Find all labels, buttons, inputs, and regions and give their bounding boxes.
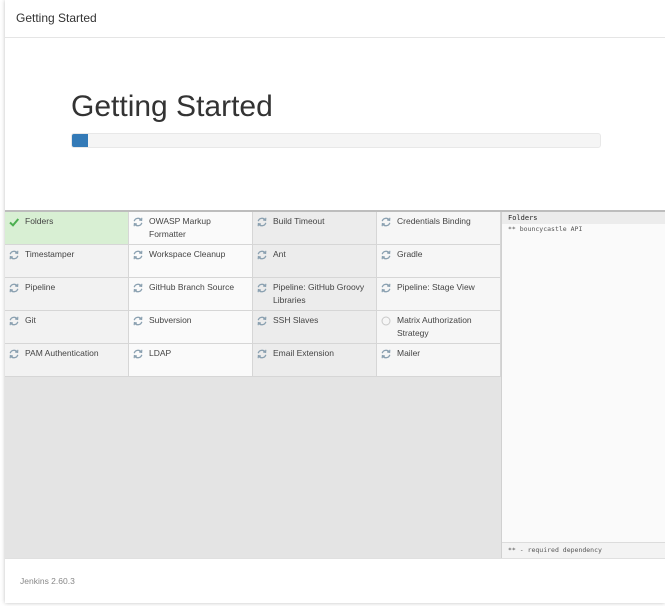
plugin-name: Folders [25, 216, 54, 226]
plugin-item: Timestamper [5, 245, 129, 278]
plugin-item: Git [5, 311, 129, 344]
refresh-icon [132, 315, 144, 327]
plugin-item: Email Extension [253, 344, 377, 377]
log-line: ** bouncycastle API [508, 225, 583, 233]
plugin-name: Mailer [397, 348, 421, 358]
plugin-item: PAM Authentication [5, 344, 129, 377]
refresh-icon [380, 216, 392, 228]
plugin-item: GitHub Branch Source [129, 278, 253, 311]
refresh-icon [256, 348, 268, 360]
plugin-item: Pipeline [5, 278, 129, 311]
setup-wizard-dialog: Getting Started Getting Started Folders O… [5, 0, 665, 603]
plugin-name: Pipeline: GitHub Groovy Libraries [273, 282, 365, 305]
plugin-item: Mailer [377, 344, 501, 377]
check-icon [8, 216, 20, 228]
refresh-icon [132, 249, 144, 261]
plugin-item: SSH Slaves [253, 311, 377, 344]
plugin-item: Pipeline: GitHub Groovy Libraries [253, 278, 377, 311]
refresh-icon [8, 315, 20, 327]
refresh-icon [380, 348, 392, 360]
refresh-icon [256, 315, 268, 327]
footer: Jenkins 2.60.3 [5, 558, 665, 603]
plugin-name: Timestamper [25, 249, 75, 259]
refresh-icon [132, 216, 144, 228]
refresh-icon [8, 348, 20, 360]
empty-circle-icon [380, 315, 392, 327]
plugin-name: Email Extension [273, 348, 334, 358]
refresh-icon [380, 282, 392, 294]
plugin-name: Build Timeout [273, 216, 325, 226]
install-log-panel[interactable]: Folders ** bouncycastle API ** - require… [501, 212, 665, 558]
log-legend: ** - required dependency [502, 542, 665, 558]
refresh-icon [8, 249, 20, 261]
refresh-icon [256, 249, 268, 261]
plugin-item: Folders [5, 212, 129, 245]
plugin-name: Git [25, 315, 36, 325]
page-heading: Getting Started [71, 90, 273, 123]
plugin-item: Matrix Authorization Strategy [377, 311, 501, 344]
refresh-icon [256, 282, 268, 294]
plugin-item: Gradle [377, 245, 501, 278]
plugin-grid: Folders OWASP Markup Formatter Build Timeo… [5, 212, 501, 377]
refresh-icon [132, 348, 144, 360]
refresh-icon [8, 282, 20, 294]
plugin-name: Pipeline: Stage View [397, 282, 475, 292]
plugin-name: Gradle [397, 249, 423, 259]
plugin-item: Ant [253, 245, 377, 278]
install-progress-fill [72, 134, 88, 147]
window-title: Getting Started [16, 11, 97, 25]
plugin-item: Subversion [129, 311, 253, 344]
plugin-name: Workspace Cleanup [149, 249, 226, 259]
plugin-item: Credentials Binding [377, 212, 501, 245]
refresh-icon [256, 216, 268, 228]
plugin-item: Workspace Cleanup [129, 245, 253, 278]
install-progress-bar [71, 133, 601, 148]
refresh-icon [132, 282, 144, 294]
plugin-name: SSH Slaves [273, 315, 319, 325]
plugin-name: Subversion [149, 315, 192, 325]
plugin-name: LDAP [149, 348, 172, 358]
title-bar: Getting Started [5, 0, 665, 38]
plugin-name: Credentials Binding [397, 216, 471, 226]
plugin-name: Ant [273, 249, 286, 259]
plugin-item: Pipeline: Stage View [377, 278, 501, 311]
log-current-plugin: Folders [502, 212, 665, 224]
plugin-grid-area: Folders OWASP Markup Formatter Build Timeo… [5, 212, 501, 558]
plugin-item: OWASP Markup Formatter [129, 212, 253, 245]
hero-section: Getting Started [5, 38, 665, 210]
plugin-name: Pipeline [25, 282, 56, 292]
plugin-name: PAM Authentication [25, 348, 99, 358]
plugin-name: OWASP Markup Formatter [149, 216, 211, 239]
version-label: Jenkins 2.60.3 [20, 576, 75, 586]
refresh-icon [380, 249, 392, 261]
plugin-name: GitHub Branch Source [149, 282, 235, 292]
plugin-item: Build Timeout [253, 212, 377, 245]
plugin-item: LDAP [129, 344, 253, 377]
plugin-name: Matrix Authorization Strategy [397, 315, 472, 338]
